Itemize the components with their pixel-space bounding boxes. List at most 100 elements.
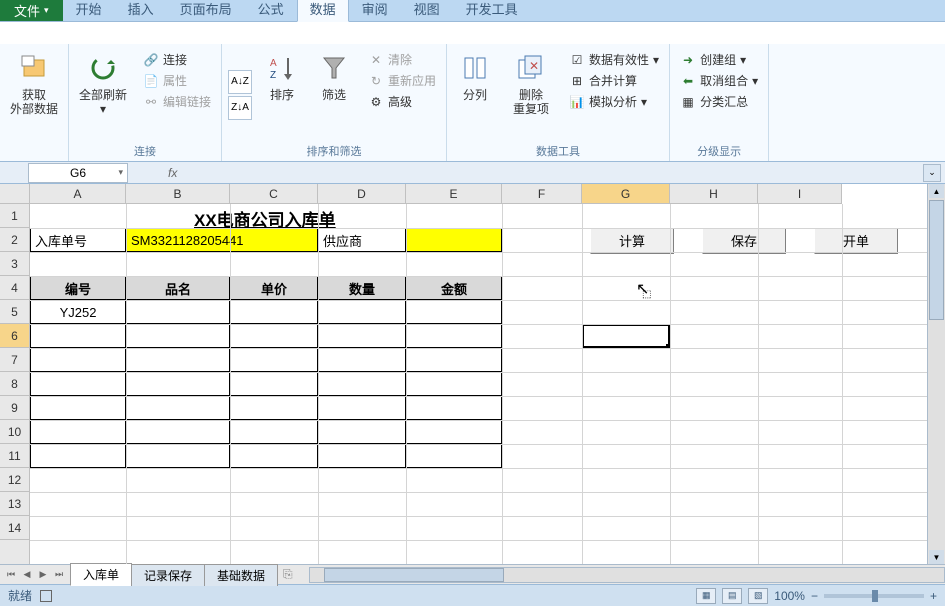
row-header-12[interactable]: 12 (0, 468, 29, 492)
what-if-button[interactable]: 📊模拟分析 ▾ (565, 92, 663, 111)
table-cell[interactable] (30, 420, 126, 444)
table-cell[interactable] (126, 348, 230, 372)
filter-button[interactable]: 筛选 (312, 48, 356, 141)
table-cell[interactable] (126, 324, 230, 348)
data-validation-button[interactable]: ☑数据有效性 ▾ (565, 50, 663, 69)
connections-button[interactable]: 🔗连接 (139, 50, 215, 69)
vertical-scrollbar[interactable]: ▲ ▼ (927, 184, 945, 564)
table-cell[interactable] (318, 396, 406, 420)
table-cell[interactable] (406, 396, 502, 420)
col-header-E[interactable]: E (406, 184, 502, 203)
row-header-5[interactable]: 5 (0, 300, 29, 324)
advanced-filter-button[interactable]: ⚙高级 (364, 92, 440, 111)
select-all-button[interactable] (0, 184, 30, 204)
tab-file[interactable]: 文件 (0, 0, 63, 21)
zoom-level[interactable]: 100% (774, 589, 805, 603)
table-cell[interactable] (230, 372, 318, 396)
row-header-10[interactable]: 10 (0, 420, 29, 444)
col-header-C[interactable]: C (230, 184, 318, 203)
table-cell[interactable] (30, 372, 126, 396)
value-order-no[interactable]: SM3321128205441 (126, 228, 318, 252)
sheet-nav-next-icon[interactable]: ▶ (36, 568, 50, 582)
reapply-button[interactable]: ↻重新应用 (364, 71, 440, 90)
refresh-all-button[interactable]: 全部刷新 ▾ (75, 48, 131, 141)
row-header-6[interactable]: 6 (0, 324, 29, 348)
table-cell[interactable] (406, 372, 502, 396)
table-cell[interactable] (318, 444, 406, 468)
table-cell[interactable] (318, 372, 406, 396)
view-page-layout-icon[interactable]: ▤ (722, 588, 742, 604)
sheet-tab-1[interactable]: 入库单 (70, 563, 132, 586)
table-cell[interactable] (126, 444, 230, 468)
cell-a5[interactable]: YJ252 (30, 300, 126, 324)
sheet-nav-last-icon[interactable]: ⏭ (52, 568, 66, 582)
col-header-I[interactable]: I (758, 184, 842, 203)
table-cell[interactable] (318, 300, 406, 324)
col-header-H[interactable]: H (670, 184, 758, 203)
scroll-thumb[interactable] (929, 200, 944, 320)
row-header-2[interactable]: 2 (0, 228, 29, 252)
sort-desc-button[interactable]: Z↓A (228, 96, 252, 120)
tab-insert[interactable]: 插入 (115, 0, 167, 21)
sheet-tab-2[interactable]: 记录保存 (131, 564, 205, 586)
table-cell[interactable] (230, 396, 318, 420)
group-button[interactable]: ➜创建组 ▾ (676, 50, 762, 69)
remove-duplicates-button[interactable]: ✕ 删除 重复项 (505, 48, 557, 141)
zoom-out-button[interactable]: − (811, 589, 818, 603)
edit-links-button[interactable]: ⚯编辑链接 (139, 92, 215, 111)
zoom-slider[interactable] (824, 594, 924, 598)
table-cell[interactable] (230, 300, 318, 324)
macro-calc-button[interactable]: 计算 (590, 228, 674, 254)
scroll-up-icon[interactable]: ▲ (929, 184, 944, 198)
col-header-D[interactable]: D (318, 184, 406, 203)
table-cell[interactable] (30, 444, 126, 468)
row-header-14[interactable]: 14 (0, 516, 29, 540)
sheet-nav-prev-icon[interactable]: ◀ (20, 568, 34, 582)
clear-filter-button[interactable]: ✕清除 (364, 50, 440, 69)
ungroup-button[interactable]: ⬅取消组合 ▾ (676, 71, 762, 90)
row-header-11[interactable]: 11 (0, 444, 29, 468)
properties-button[interactable]: 📄属性 (139, 71, 215, 90)
row-header-7[interactable]: 7 (0, 348, 29, 372)
tab-formulas[interactable]: 公式 (245, 0, 297, 21)
row-header-4[interactable]: 4 (0, 276, 29, 300)
sheet-nav-first-icon[interactable]: ⏮ (4, 568, 18, 582)
table-cell[interactable] (406, 348, 502, 372)
fx-icon[interactable]: fx (168, 166, 177, 180)
col-header-A[interactable]: A (30, 184, 126, 203)
macro-new-button[interactable]: 开单 (814, 228, 898, 254)
macro-record-icon[interactable] (40, 590, 52, 602)
worksheet-grid[interactable]: ABCDEFGHI 1234567891011121314 XX电商公司入库单 … (0, 184, 945, 564)
tab-page-layout[interactable]: 页面布局 (167, 0, 245, 21)
table-cell[interactable] (126, 396, 230, 420)
text-to-columns-button[interactable]: 分列 (453, 48, 497, 141)
get-external-data-button[interactable]: 获取 外部数据 (6, 48, 62, 157)
col-header-B[interactable]: B (126, 184, 230, 203)
table-cell[interactable] (230, 420, 318, 444)
table-cell[interactable] (126, 420, 230, 444)
view-normal-icon[interactable]: ▦ (696, 588, 716, 604)
tab-developer[interactable]: 开发工具 (453, 0, 531, 21)
row-header-3[interactable]: 3 (0, 252, 29, 276)
table-cell[interactable] (230, 348, 318, 372)
consolidate-button[interactable]: ⊞合并计算 (565, 71, 663, 90)
tab-view[interactable]: 视图 (401, 0, 453, 21)
table-cell[interactable] (30, 324, 126, 348)
name-box[interactable]: G6 (28, 163, 128, 183)
new-sheet-icon[interactable]: ⎘ (277, 567, 299, 582)
table-cell[interactable] (406, 444, 502, 468)
row-header-8[interactable]: 8 (0, 372, 29, 396)
row-header-1[interactable]: 1 (0, 204, 29, 228)
table-cell[interactable] (126, 300, 230, 324)
view-page-break-icon[interactable]: ▧ (748, 588, 768, 604)
sort-button[interactable]: AZ 排序 (260, 48, 304, 141)
zoom-in-button[interactable]: + (930, 589, 937, 603)
col-header-F[interactable]: F (502, 184, 582, 203)
table-cell[interactable] (126, 372, 230, 396)
scroll-down-icon[interactable]: ▼ (929, 550, 944, 564)
col-header-G[interactable]: G (582, 184, 670, 203)
expand-formula-bar-icon[interactable]: ⌄ (923, 164, 941, 182)
hscroll-thumb[interactable] (324, 568, 504, 582)
horizontal-scrollbar[interactable] (309, 567, 945, 583)
sort-asc-button[interactable]: A↓Z (228, 70, 252, 94)
